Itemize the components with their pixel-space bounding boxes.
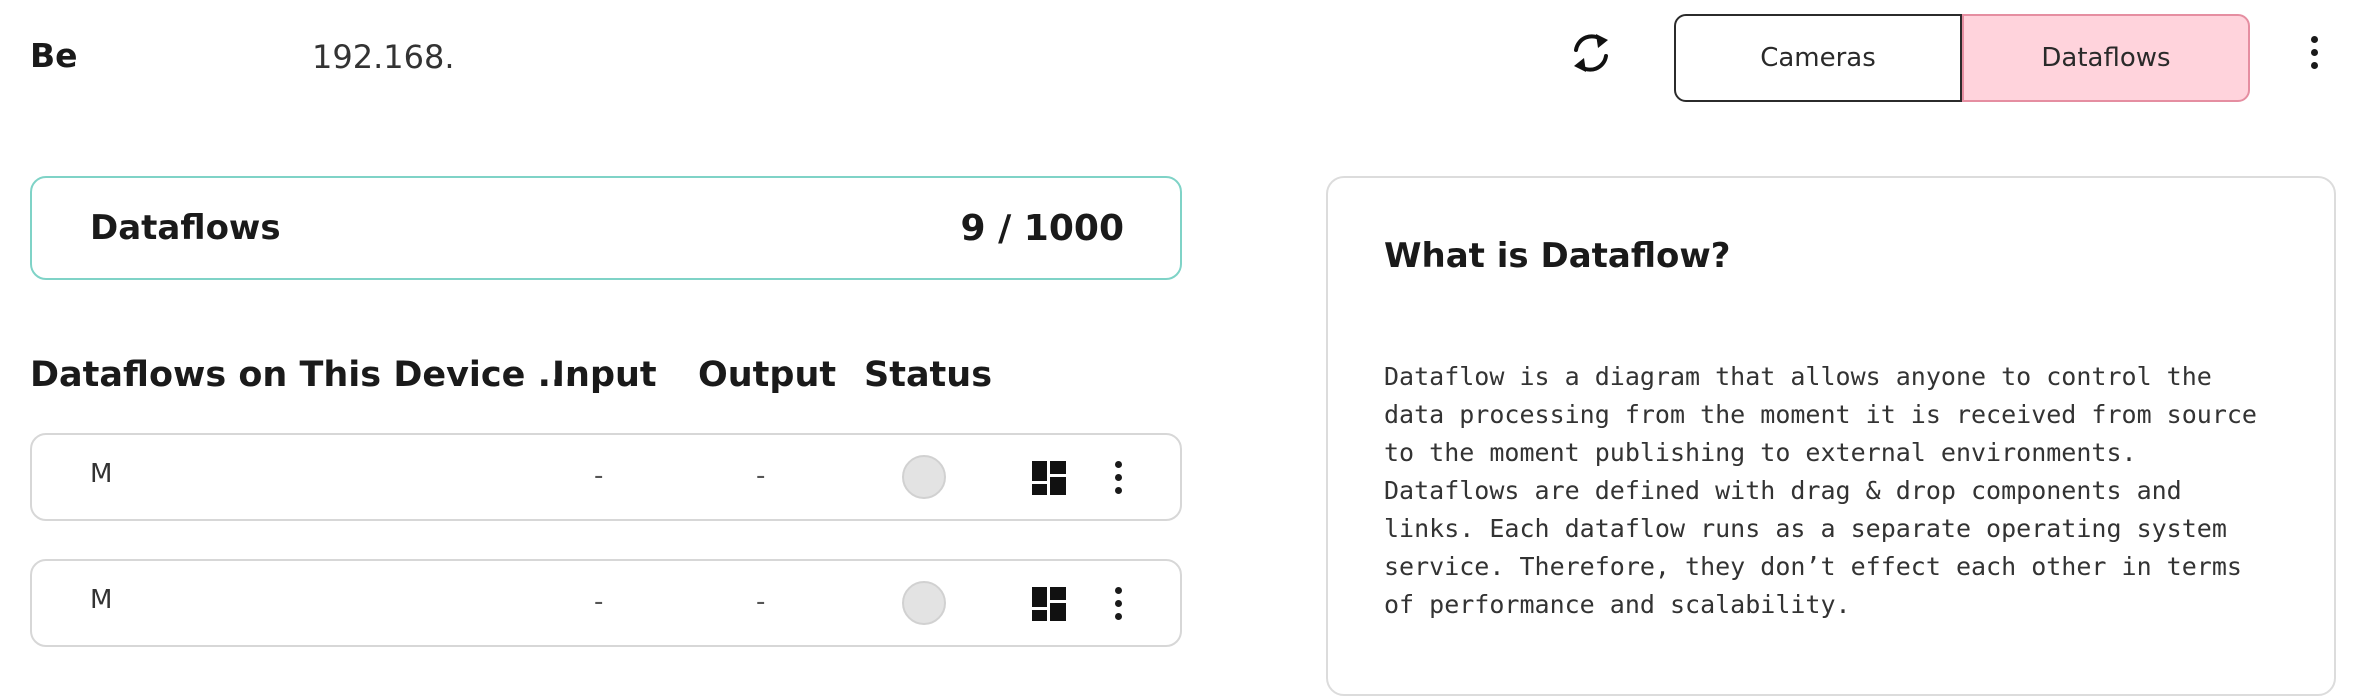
column-header-name: Dataflows on This Device ... bbox=[30, 355, 578, 395]
table-row[interactable]: M - - bbox=[30, 559, 1182, 647]
dataflow-input: - bbox=[594, 461, 604, 491]
column-header-status: Status bbox=[864, 355, 993, 395]
table-row[interactable]: M - - bbox=[30, 433, 1182, 521]
dataflow-name: M bbox=[90, 585, 113, 615]
row-menu-icon[interactable] bbox=[1110, 461, 1126, 501]
status-indicator bbox=[902, 455, 946, 499]
dashboard-icon[interactable] bbox=[1032, 461, 1066, 495]
dataflow-name: M bbox=[90, 459, 113, 489]
app-brand: Be bbox=[30, 36, 78, 75]
dataflow-count-label: Dataflows bbox=[90, 208, 281, 248]
kebab-menu-icon[interactable] bbox=[2306, 36, 2322, 76]
dataflow-info-card: What is Dataflow? Dataflow is a diagram … bbox=[1326, 176, 2336, 696]
column-header-input: Input bbox=[552, 355, 657, 395]
status-indicator bbox=[902, 581, 946, 625]
dataflow-output: - bbox=[756, 587, 766, 617]
dataflow-input: - bbox=[594, 587, 604, 617]
info-description: Dataflow is a diagram that allows anyone… bbox=[1384, 362, 2257, 619]
info-title: What is Dataflow? bbox=[1384, 236, 1731, 276]
dashboard-icon[interactable] bbox=[1032, 587, 1066, 621]
dataflow-count-value: 9 / 1000 bbox=[960, 207, 1124, 249]
row-menu-icon[interactable] bbox=[1110, 587, 1126, 627]
tab-cameras[interactable]: Cameras bbox=[1674, 14, 1962, 102]
view-tabs: Cameras Dataflows bbox=[1674, 14, 2250, 102]
column-header-output: Output bbox=[698, 355, 837, 395]
dataflow-count-card: Dataflows 9 / 1000 bbox=[30, 176, 1182, 280]
device-ip: 192.168. bbox=[312, 38, 455, 76]
refresh-icon[interactable] bbox=[1568, 30, 1614, 76]
tab-dataflows[interactable]: Dataflows bbox=[1962, 14, 2250, 102]
dataflow-output: - bbox=[756, 461, 766, 491]
